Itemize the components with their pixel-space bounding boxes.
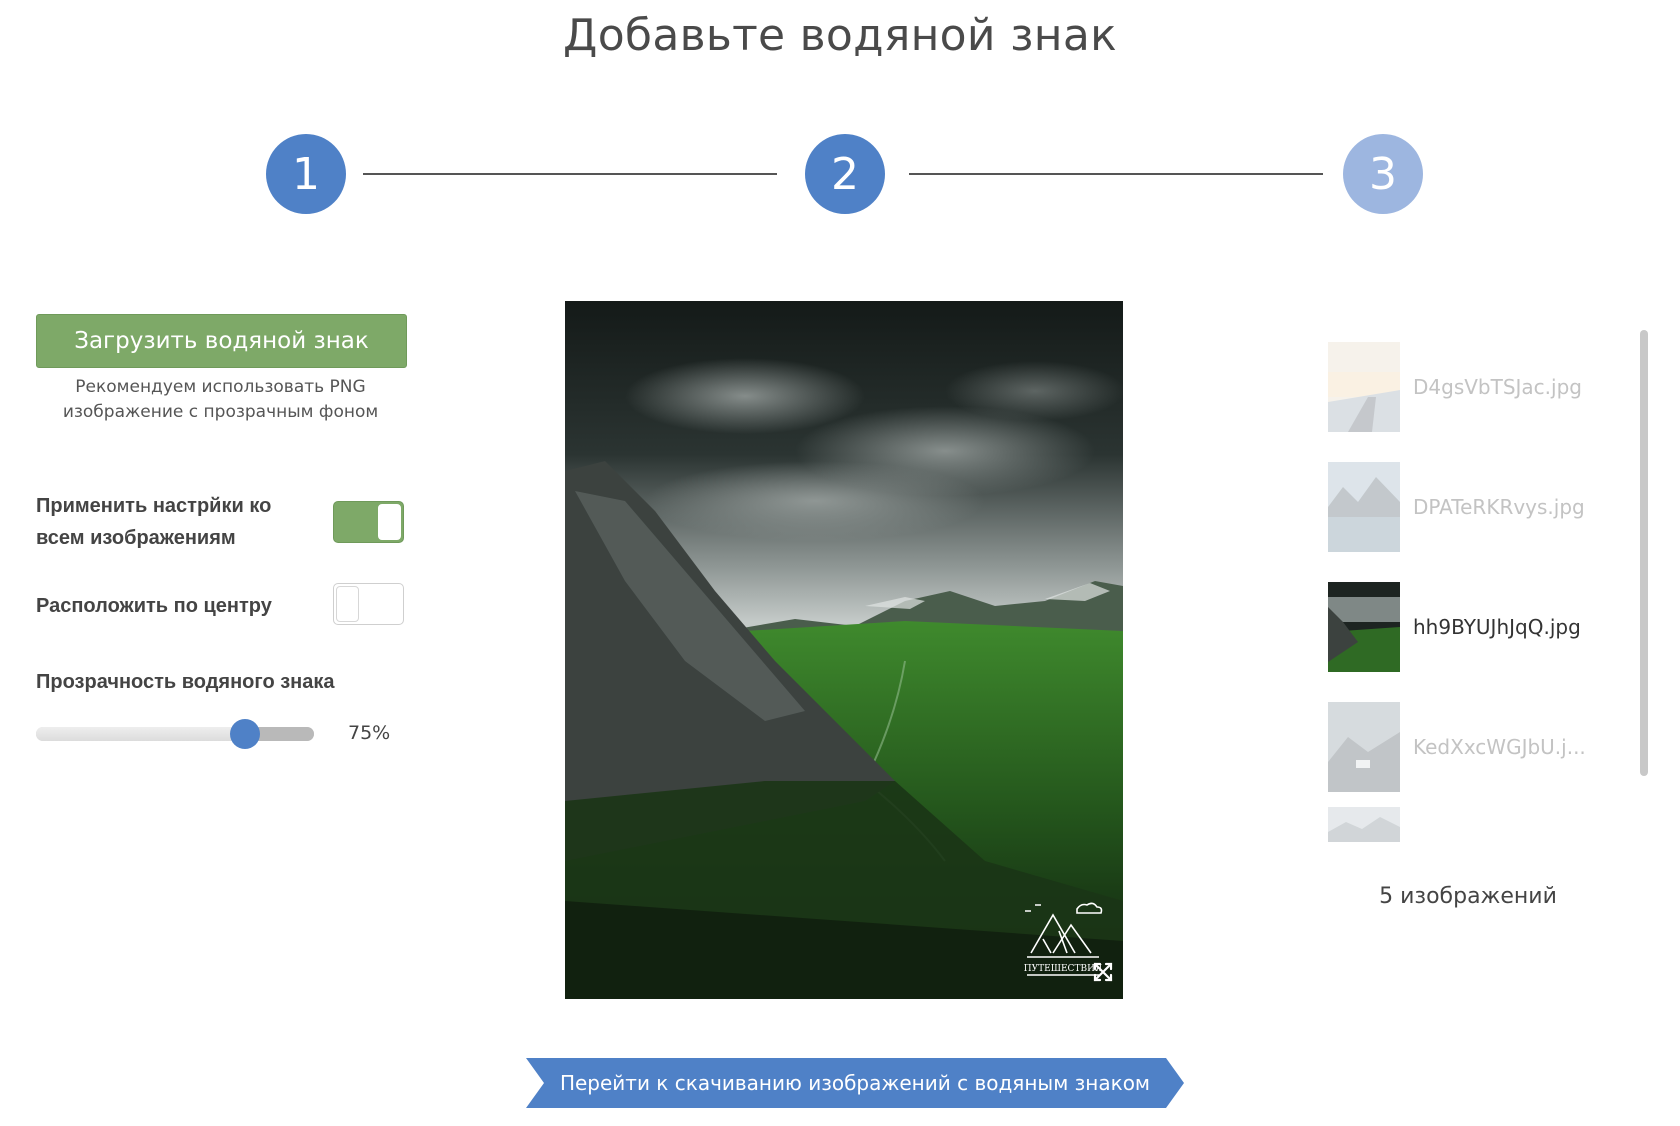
thumbnail-name: D4gsVbTSJac.jpg	[1413, 375, 1582, 399]
thumbnail-name: hh9BYUJhJqQ.jpg	[1413, 615, 1581, 639]
upload-hint-line: изображение с прозрачным фоном	[62, 402, 379, 422]
opacity-slider[interactable]	[36, 719, 314, 749]
thumbnail-item-active[interactable]: hh9BYUJhJqQ.jpg	[1328, 582, 1628, 674]
thumbnail-list[interactable]: D4gsVbTSJac.jpg DPATeRKRvys.jpg hh9BYUJh…	[1328, 342, 1628, 842]
thumbnail-image	[1328, 342, 1400, 432]
upload-hint-line: Рекомендуем использовать PNG	[75, 377, 366, 397]
thumbnail-item[interactable]: KedXxcWGJbU.j...	[1328, 702, 1628, 794]
apply-all-label-line: Применить настрйки ко	[36, 495, 272, 517]
slider-thumb[interactable]	[230, 719, 260, 749]
resize-arrows-icon[interactable]	[1092, 961, 1114, 983]
apply-all-label-line: всем изображениям	[36, 527, 236, 549]
step-2[interactable]: 2	[805, 134, 885, 214]
image-preview[interactable]: ПУТЕШЕСТВИЯ	[565, 301, 1123, 999]
image-count: 5 изображений	[1379, 884, 1557, 909]
center-label: Расположить по центру	[36, 595, 272, 617]
opacity-value: 75%	[348, 722, 391, 744]
thumbnail-name: KedXxcWGJbU.j...	[1413, 735, 1586, 759]
thumbnail-image	[1328, 807, 1400, 842]
thumbnail-scrollbar[interactable]	[1640, 330, 1648, 776]
step-connector	[909, 173, 1323, 175]
apply-all-toggle[interactable]	[333, 501, 404, 543]
thumbnail-image	[1328, 582, 1400, 672]
upload-hint: Рекомендуем использовать PNG изображение…	[36, 375, 405, 425]
step-3[interactable]: 3	[1343, 134, 1423, 214]
thumbnail-name: DPATeRKRvys.jpg	[1413, 495, 1585, 519]
apply-all-label: Применить настрйки ко всем изображениям	[36, 490, 271, 554]
thumbnail-image	[1328, 702, 1400, 792]
watermark-text: ПУТЕШЕСТВИЯ	[1024, 964, 1102, 974]
toggle-knob	[378, 504, 401, 540]
opacity-label: Прозрачность водяного знака	[36, 671, 335, 693]
go-to-download-label: Перейти к скачиванию изображений с водян…	[559, 1071, 1151, 1095]
thumbnail-item[interactable]: D4gsVbTSJac.jpg	[1328, 342, 1628, 434]
thumbnail-item[interactable]: DPATeRKRvys.jpg	[1328, 462, 1628, 554]
slider-fill	[36, 727, 245, 741]
page-title: Добавьте водяной знак	[563, 10, 1117, 61]
go-to-download-button[interactable]: Перейти к скачиванию изображений с водян…	[526, 1058, 1184, 1108]
center-toggle[interactable]	[333, 583, 404, 625]
step-connector	[363, 173, 777, 175]
upload-watermark-button[interactable]: Загрузить водяной знак	[36, 314, 407, 368]
toggle-knob	[336, 586, 359, 622]
thumbnail-item[interactable]	[1328, 807, 1628, 842]
thumbnail-image	[1328, 462, 1400, 552]
step-1[interactable]: 1	[266, 134, 346, 214]
